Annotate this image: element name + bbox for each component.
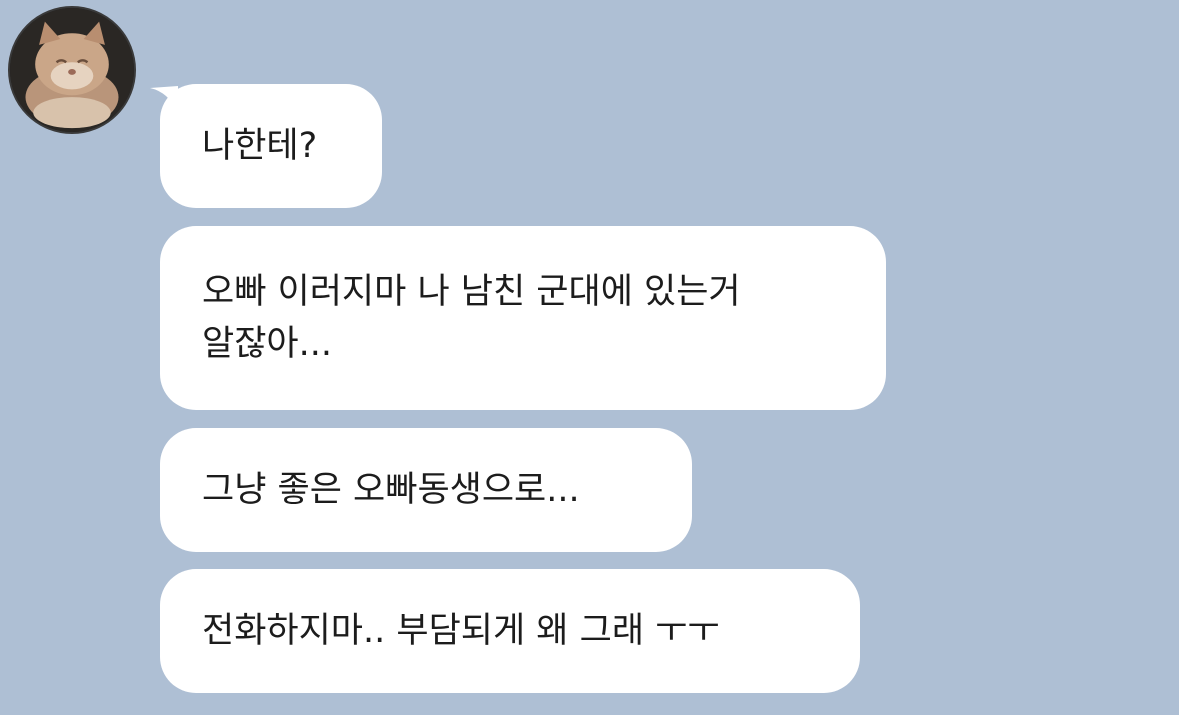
chat-area: 나한테? 오빠 이러지마 나 남친 군대에 있는거 알잖아... 그냥 좋은 오… <box>0 0 1179 715</box>
message-bubble[interactable]: 그냥 좋은 오빠동생으로... <box>160 428 692 552</box>
message-text: 오빠 이러지마 나 남친 군대에 있는거 <box>202 272 741 312</box>
message-text: 나한테? <box>202 126 318 166</box>
message-bubble[interactable]: 전화하지마.. 부담되게 왜 그래 ㅜㅜ <box>160 569 860 693</box>
message-text: 전화하지마.. 부담되게 왜 그래 ㅜㅜ <box>202 611 720 651</box>
message-bubble[interactable]: 나한테? <box>160 84 382 208</box>
message-text: 알잖아... <box>202 324 332 364</box>
cat-photo-icon <box>10 8 134 132</box>
message-text: 그냥 좋은 오빠동생으로... <box>202 470 580 510</box>
avatar[interactable] <box>8 6 136 134</box>
message-bubble[interactable]: 오빠 이러지마 나 남친 군대에 있는거 알잖아... <box>160 226 886 410</box>
